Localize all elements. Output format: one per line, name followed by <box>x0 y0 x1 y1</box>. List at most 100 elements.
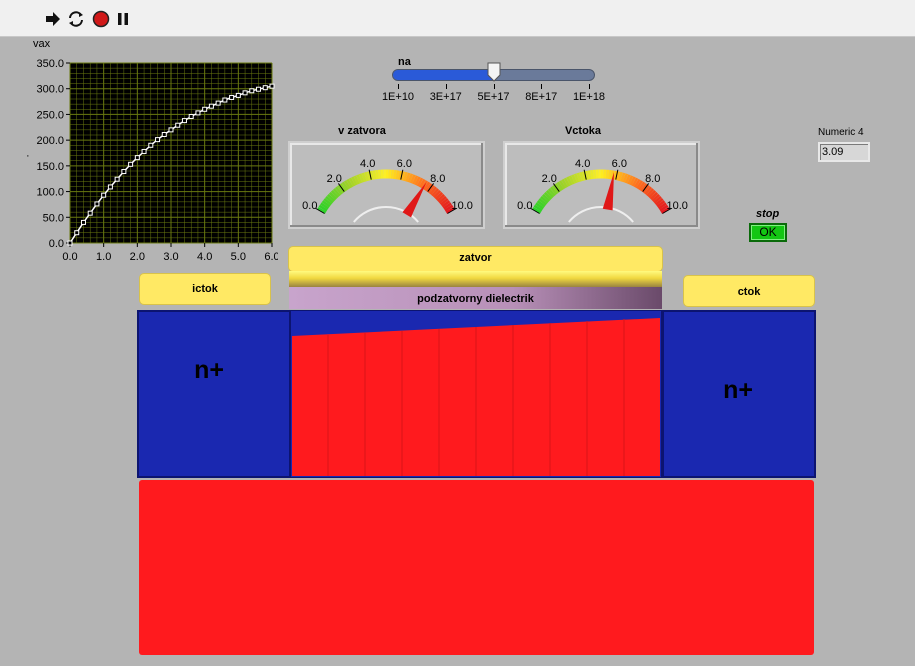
x-tick-label: 4.0 <box>197 251 212 263</box>
data-point <box>235 92 241 98</box>
gauge-scale-segment <box>653 195 662 204</box>
slider-tick-mark <box>445 84 447 89</box>
gauge-needle <box>402 182 427 218</box>
slider-tick-label: 3E+17 <box>429 91 462 103</box>
source-terminal: ictok <box>139 273 271 305</box>
pause-icon[interactable] <box>114 10 132 28</box>
gauge-scale-segment <box>636 180 644 190</box>
slider-tick-label: 5E+17 <box>477 91 510 103</box>
gauge-scale-segment <box>325 195 334 204</box>
gauge-scale-segment <box>320 202 330 210</box>
gauge-scale-segment <box>419 178 426 188</box>
y-tick-label: 0.0 <box>49 238 64 250</box>
gauge-scale-segment <box>323 197 333 206</box>
graph-ylabel: vax <box>33 38 51 50</box>
data-point <box>168 127 174 133</box>
x-tick-label: 3.0 <box>163 251 178 263</box>
gauge-scale-segment <box>549 186 558 196</box>
gauge-tick-label: 6.0 <box>612 158 627 170</box>
data-point <box>67 240 73 246</box>
slider-tick-label: 8E+17 <box>525 91 558 103</box>
gauge-scale-segment <box>617 171 623 182</box>
run-arrow-icon[interactable] <box>44 10 62 28</box>
gauge-scale-segment <box>541 193 551 202</box>
gauge-title-v-zatvora: v zatvora <box>338 125 386 137</box>
gauge-scale-segment <box>573 173 580 183</box>
slider-tick-label: 1E+18 <box>572 91 606 103</box>
data-point <box>215 100 221 106</box>
numeric-indicator[interactable]: 3.09 <box>818 142 870 162</box>
numeric-label: Numeric 4 <box>818 127 864 138</box>
gauge-scale-segment <box>533 204 543 212</box>
gauge-scale-segment <box>429 186 438 196</box>
gauge-scale-segment <box>646 188 655 197</box>
y-axis-ticks: 350.0 300.0 250.0 200.0 150.0 100.0 50.0 0.0 <box>36 58 70 250</box>
gauge-scale-segment <box>441 200 451 208</box>
data-point <box>87 210 93 216</box>
gauge-scale-segment <box>358 173 365 183</box>
slider-fill <box>393 70 494 80</box>
gauge-scale-segment <box>651 193 661 202</box>
n-plus-source-region <box>137 310 291 478</box>
gauge-scale-segment <box>434 191 444 201</box>
gauge-scale-segment <box>416 177 424 187</box>
data-point <box>114 176 120 182</box>
gauge-scale-segment <box>558 180 566 190</box>
gauge-scale-segment <box>423 181 431 191</box>
y-tick-label: 50.0 <box>43 212 64 224</box>
gauge-scale-segment <box>438 195 447 204</box>
gate-electrode: zatvor <box>288 246 663 272</box>
channel-region <box>290 310 662 478</box>
slider-tick-mark <box>398 84 399 89</box>
data-point <box>107 184 113 190</box>
gauge-scale-segment <box>631 177 639 187</box>
y-tick-label: 250.0 <box>36 109 64 121</box>
substrate <box>139 480 814 655</box>
gauge-scale-segment <box>402 171 408 182</box>
gauge-scale-segment <box>656 200 666 208</box>
gauge-scale-segment <box>540 195 549 204</box>
x-tick-label: 5.0 <box>231 251 246 263</box>
gauge-v-zatvora[interactable]: 0.0 2.0 4.0 6.0 8.0 10.0 <box>288 141 485 229</box>
gauge-scale-segment <box>536 200 546 208</box>
gauge-scale-segment <box>348 177 356 187</box>
gauge-scale-segment <box>538 197 548 206</box>
x-tick-label: 6.0 <box>264 251 278 263</box>
x-tick-label: 1.0 <box>96 251 111 263</box>
gauge-scale-segment <box>436 193 446 202</box>
gauge-scale-segment <box>638 181 646 191</box>
gauge-scale-segment <box>353 175 360 185</box>
data-point <box>161 131 167 137</box>
gauge-scale-segment <box>410 174 416 184</box>
run-continuously-icon[interactable] <box>67 10 85 28</box>
gauge-scale-segment <box>433 189 442 199</box>
gauge-hub <box>568 206 634 223</box>
gauge-scale-segment <box>343 180 351 190</box>
gauge-scale-segment <box>568 175 575 185</box>
gauge-scale-segment <box>364 171 370 182</box>
drain-terminal: ctok <box>683 275 815 307</box>
gauge-scale-segment <box>625 174 631 184</box>
slider-thumb[interactable] <box>487 62 501 82</box>
gauge-scale-segment <box>326 193 336 202</box>
data-point <box>74 230 80 236</box>
y-tick-label: 100.0 <box>36 187 64 199</box>
gauge-scale-segment <box>649 191 659 201</box>
gauge-scale-segment <box>576 172 582 182</box>
gauge-scale-segment <box>341 181 349 191</box>
data-point <box>242 90 248 96</box>
gauge-scale-segment <box>328 191 338 201</box>
gauge-vctoka[interactable]: 0.0 2.0 4.0 6.0 8.0 10.0 <box>503 141 700 229</box>
gauge-tick-label: 6.0 <box>397 158 412 170</box>
data-point <box>249 88 255 94</box>
gauge-scale-segment <box>405 172 411 182</box>
gauge-tick-label: 4.0 <box>575 158 590 170</box>
y-tick-label: 150.0 <box>36 161 64 173</box>
data-point <box>195 110 201 116</box>
data-point <box>256 86 262 92</box>
slider-tick-label: 1E+10 <box>381 91 415 103</box>
stop-ok-button[interactable]: OK <box>749 223 787 242</box>
data-point <box>121 169 127 175</box>
abort-icon[interactable] <box>92 10 110 28</box>
gauge-tick-label: 2.0 <box>327 173 342 185</box>
